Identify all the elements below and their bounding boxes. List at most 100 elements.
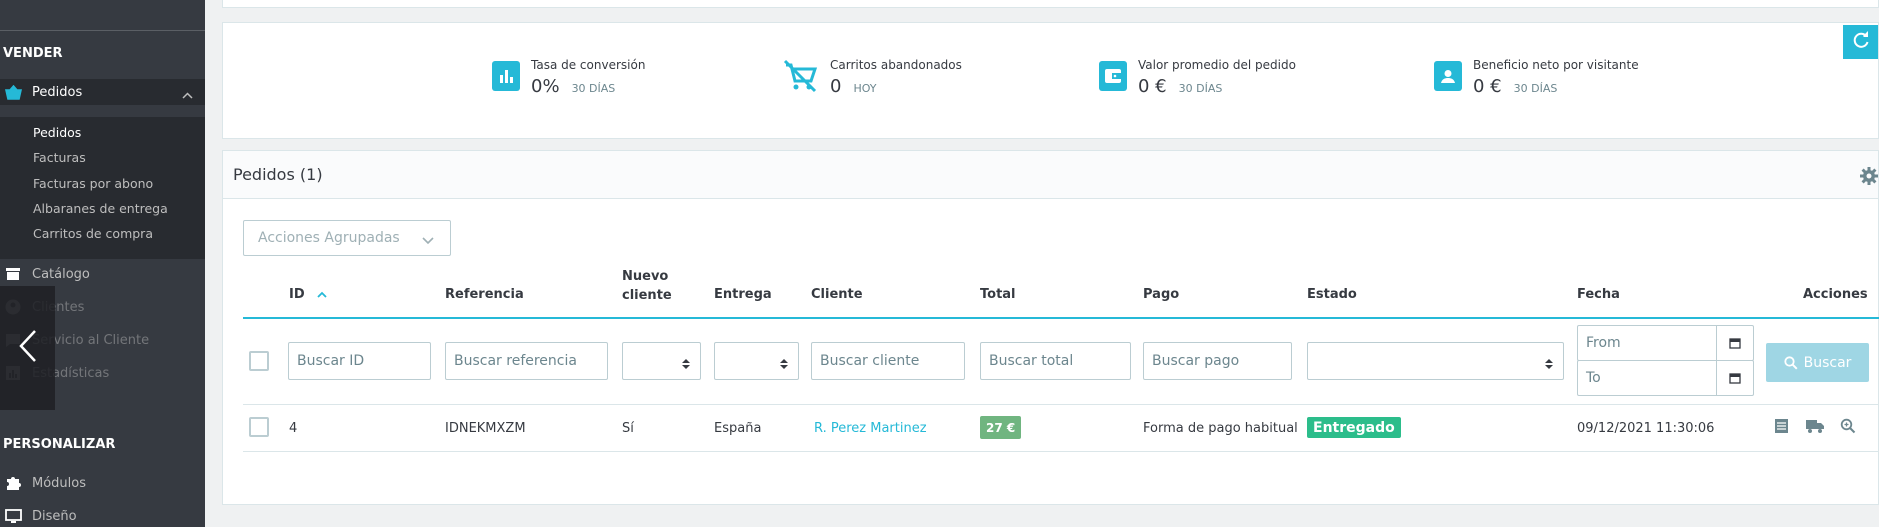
filter-date-to[interactable]: To: [1577, 360, 1754, 396]
column-header-date[interactable]: Fecha: [1577, 287, 1620, 302]
store-icon: [4, 266, 22, 282]
row-divider: [243, 451, 1879, 452]
submenu-item-orders[interactable]: Pedidos: [33, 125, 81, 140]
column-header-reference[interactable]: Referencia: [445, 287, 524, 302]
kpi-value: 0 €: [1473, 76, 1502, 97]
search-button[interactable]: Buscar: [1766, 343, 1869, 382]
sidebar-collapse-button[interactable]: [0, 286, 55, 410]
kpi-abandoned-carts[interactable]: Carritos abandonados 0 HOY: [781, 58, 962, 97]
sidebar: VENDER Pedidos Pedidos Facturas Facturas…: [0, 0, 205, 527]
search-button-label: Buscar: [1803, 354, 1852, 371]
submenu-item-delivery-slips[interactable]: Albaranes de entrega: [33, 201, 168, 216]
zoom-icon[interactable]: [1840, 418, 1856, 438]
total-badge: 27 €: [980, 416, 1022, 439]
cell-date: 09/12/2021 11:30:06: [1577, 421, 1715, 436]
select-all-checkbox[interactable]: [249, 351, 269, 371]
customer-link[interactable]: R. Perez Martinez: [814, 421, 927, 436]
filter-date-from[interactable]: From: [1577, 325, 1754, 361]
calendar-icon[interactable]: [1716, 361, 1753, 395]
kpi-title: Beneficio neto por visitante: [1473, 58, 1639, 72]
chevron-up-icon[interactable]: [182, 88, 193, 103]
submenu-item-credit-slips[interactable]: Facturas por abono: [33, 176, 153, 191]
invoice-icon[interactable]: [1774, 418, 1789, 438]
filter-delivery-select[interactable]: [714, 342, 799, 380]
puzzle-icon: [4, 475, 22, 491]
kpi-period: 30 DÍAS: [1513, 82, 1558, 95]
sidebar-item-orders[interactable]: Pedidos: [0, 79, 205, 105]
column-header-label: Nuevo: [622, 269, 669, 284]
column-header-actions: Acciones: [1803, 287, 1868, 302]
row-checkbox[interactable]: [249, 417, 269, 437]
kpi-title: Valor promedio del pedido: [1138, 58, 1296, 72]
sidebar-item-label: Diseño: [32, 508, 77, 524]
column-header-label: cliente: [622, 288, 672, 303]
panel-title: Pedidos (1): [233, 165, 323, 184]
filter-id-input[interactable]: Buscar ID: [288, 342, 431, 380]
select-arrows-icon: [1545, 355, 1553, 374]
filter-payment-input[interactable]: Buscar pago: [1143, 342, 1292, 380]
select-arrows-icon: [682, 355, 690, 374]
kpi-title: Tasa de conversión: [531, 58, 646, 72]
panel-header: Pedidos (1): [223, 151, 1878, 199]
filter-customer-input[interactable]: Buscar cliente: [811, 342, 965, 380]
submenu-item-carts[interactable]: Carritos de compra: [33, 226, 153, 241]
column-header-delivery[interactable]: Entrega: [714, 287, 772, 302]
kpi-value: 0%: [531, 76, 560, 97]
sidebar-item-label: Catálogo: [32, 266, 90, 282]
column-header-id[interactable]: ID: [289, 287, 327, 302]
sidebar-item-label: Módulos: [32, 475, 86, 491]
chevron-left-icon: [18, 329, 38, 367]
filter-new-customer-select[interactable]: [622, 342, 701, 380]
filter-reference-input[interactable]: Buscar referencia: [445, 342, 608, 380]
kpi-period: HOY: [853, 82, 877, 95]
sidebar-divider: [0, 30, 205, 31]
wallet-icon: [1099, 61, 1127, 91]
header-underline: [243, 317, 1879, 319]
date-from-placeholder: From: [1586, 335, 1621, 351]
kpi-title: Carritos abandonados: [830, 58, 962, 72]
search-icon: [1783, 355, 1798, 370]
sidebar-item-catalog[interactable]: Catálogo: [0, 261, 205, 287]
cell-new-customer: Sí: [622, 421, 634, 436]
cell-reference: IDNEKMXZM: [445, 421, 526, 436]
filter-total-input[interactable]: Buscar total: [980, 342, 1131, 380]
column-header-new-customer[interactable]: Nuevo cliente: [622, 267, 672, 305]
filter-status-select[interactable]: [1307, 342, 1564, 380]
bulk-actions-dropdown[interactable]: Acciones Agrupadas: [243, 220, 451, 256]
sidebar-item-design[interactable]: Diseño: [0, 503, 205, 527]
calendar-icon[interactable]: [1716, 326, 1753, 360]
chevron-down-icon: [422, 233, 434, 249]
bar-chart-icon: [492, 61, 520, 91]
basket-icon: [4, 84, 22, 100]
orders-submenu: Pedidos Facturas Facturas por abono Alba…: [0, 117, 205, 259]
status-badge[interactable]: Entregado: [1307, 417, 1401, 438]
date-to-placeholder: To: [1586, 370, 1601, 386]
column-header-customer[interactable]: Cliente: [811, 287, 863, 302]
sort-asc-icon: [317, 291, 327, 298]
desktop-icon: [4, 508, 22, 524]
kpi-value: 0: [830, 76, 842, 97]
kpi-net-profit[interactable]: Beneficio neto por visitante 0 € 30 DÍAS: [1434, 58, 1639, 97]
sidebar-item-label: Pedidos: [32, 84, 83, 100]
select-arrows-icon: [780, 355, 788, 374]
refresh-icon: [1852, 31, 1870, 53]
column-header-status[interactable]: Estado: [1307, 287, 1357, 302]
column-header-payment[interactable]: Pago: [1143, 287, 1179, 302]
column-header-label: ID: [289, 287, 305, 302]
submenu-item-invoices[interactable]: Facturas: [33, 150, 86, 165]
sidebar-item-modules[interactable]: Módulos: [0, 470, 205, 496]
delivery-truck-icon[interactable]: [1805, 418, 1825, 438]
kpi-conversion[interactable]: Tasa de conversión 0% 30 DÍAS: [492, 58, 645, 97]
kpi-average-order[interactable]: Valor promedio del pedido 0 € 30 DÍAS: [1099, 58, 1296, 97]
cell-payment: Forma de pago habitual: [1143, 421, 1298, 436]
bulk-actions-label: Acciones Agrupadas: [258, 230, 400, 246]
column-header-total[interactable]: Total: [980, 287, 1016, 302]
sidebar-section-customize: PERSONALIZAR: [3, 437, 116, 452]
app-root: VENDER Pedidos Pedidos Facturas Facturas…: [0, 0, 1879, 527]
orders-panel: Pedidos (1) Acciones Agrupadas ID Refere…: [222, 150, 1879, 505]
kpi-row: Tasa de conversión 0% 30 DÍAS Carritos ab…: [222, 22, 1879, 139]
sidebar-section-sell: VENDER: [3, 46, 63, 61]
refresh-button[interactable]: [1843, 25, 1878, 59]
gear-icon[interactable]: [1860, 167, 1878, 189]
kpi-period: 30 DÍAS: [571, 82, 616, 95]
